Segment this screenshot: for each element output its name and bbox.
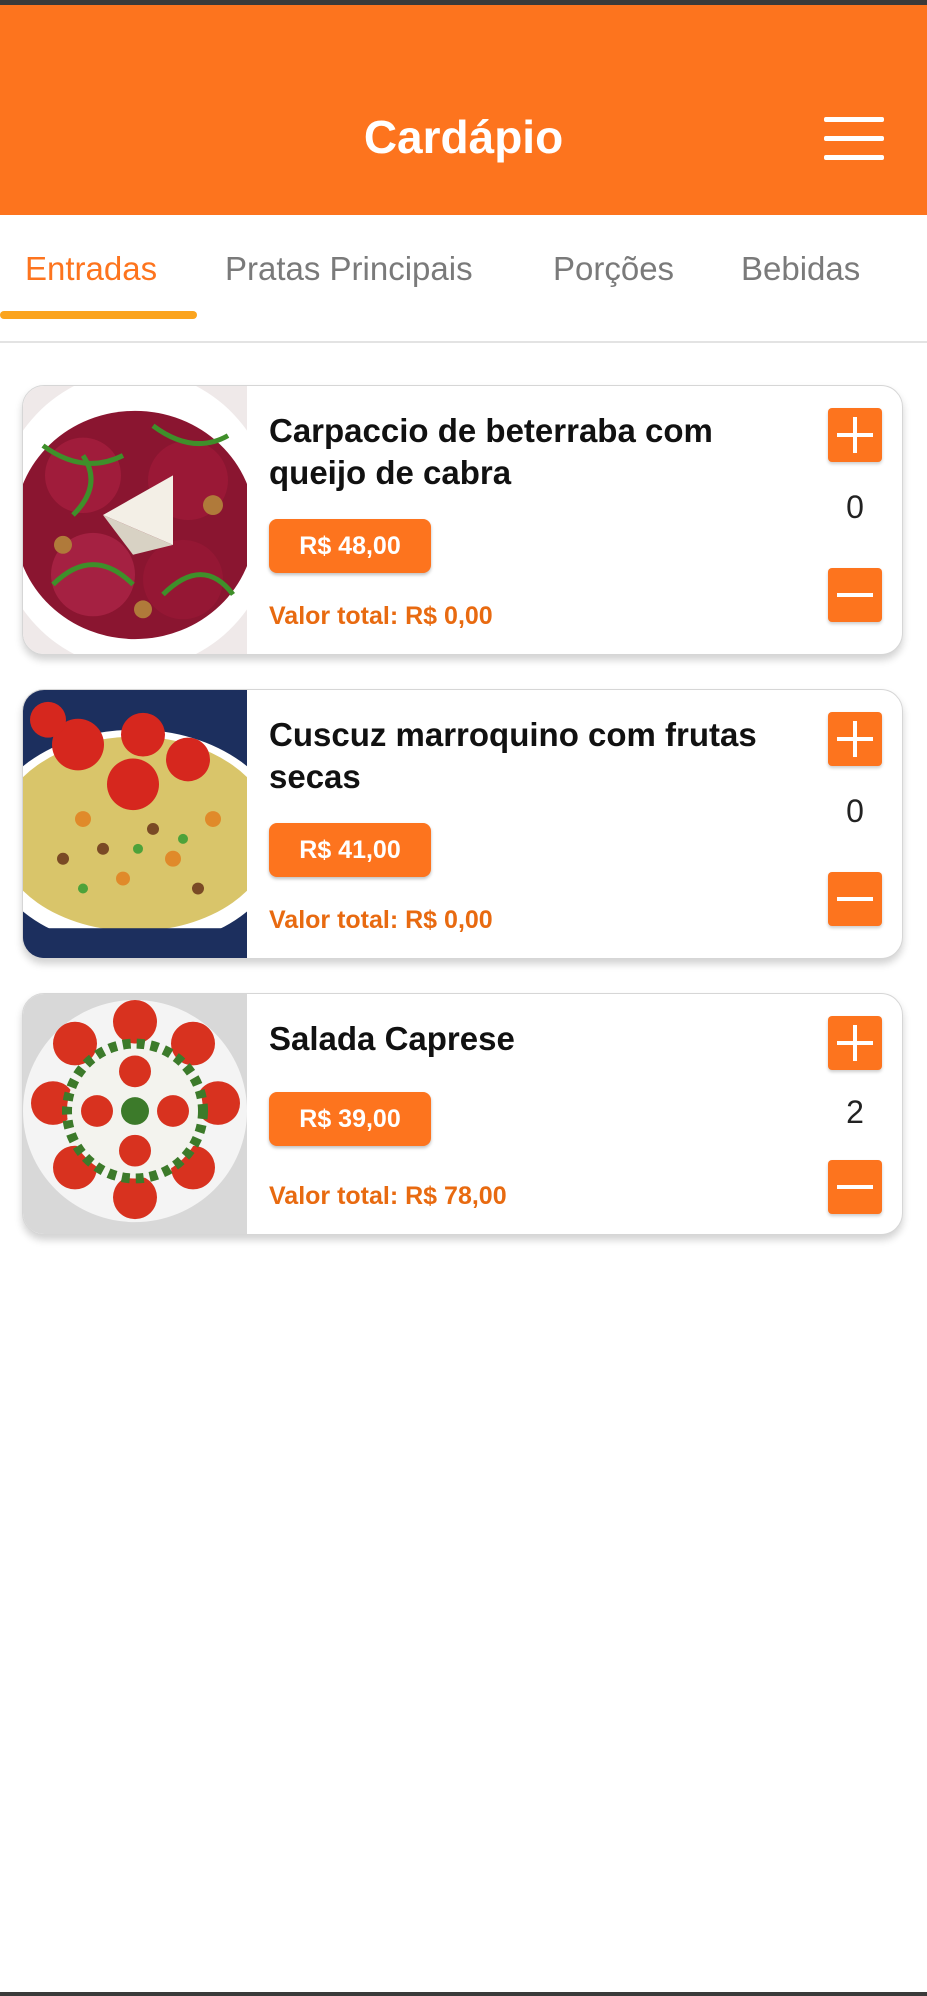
price-badge: R$ 41,00 [269, 823, 431, 877]
tab-bebidas[interactable]: Bebidas [741, 250, 860, 288]
increment-button[interactable] [828, 408, 882, 462]
hamburger-menu-icon[interactable] [818, 117, 890, 165]
minus-icon [837, 897, 873, 901]
total-value: Valor total: R$ 78,00 [269, 1182, 507, 1210]
price-badge: R$ 48,00 [269, 519, 431, 573]
minus-icon [837, 593, 873, 597]
caprese-salad-photo [23, 994, 247, 1234]
category-tabs: Entradas Pratas Principais Porções Bebid… [0, 215, 927, 343]
item-name: Cuscuz marroquino com frutas secas [269, 716, 757, 795]
active-tab-indicator [0, 311, 197, 319]
page-title: Cardápio [363, 111, 564, 163]
tab-pratas-principais[interactable]: Pratas Principais [225, 250, 473, 288]
app-bar: Cardápio [0, 5, 927, 215]
increment-button[interactable] [828, 1016, 882, 1070]
tab-porcoes[interactable]: Porções [553, 250, 674, 288]
tab-entradas[interactable]: Entradas [25, 250, 157, 288]
nav-strip [0, 1992, 927, 1996]
increment-button[interactable] [828, 712, 882, 766]
quantity-value: 0 [846, 489, 864, 525]
total-value: Valor total: R$ 0,00 [269, 602, 493, 630]
menu-item-card: Carpaccio de beterraba com queijo de cab… [22, 385, 903, 655]
couscous-photo [23, 690, 247, 958]
price-badge: R$ 39,00 [269, 1092, 431, 1146]
decrement-button[interactable] [828, 568, 882, 622]
item-name: Carpaccio de beterraba com queijo de cab… [269, 412, 713, 491]
decrement-button[interactable] [828, 872, 882, 926]
quantity-value: 0 [846, 793, 864, 829]
quantity-value: 2 [846, 1094, 864, 1130]
total-value: Valor total: R$ 0,00 [269, 906, 493, 934]
decrement-button[interactable] [828, 1160, 882, 1214]
beet-carpaccio-photo [23, 386, 247, 654]
minus-icon [837, 1185, 873, 1189]
menu-item-card: Salada Caprese R$ 39,00 Valor total: R$ … [22, 993, 903, 1235]
item-name: Salada Caprese [269, 1020, 515, 1057]
menu-item-card: Cuscuz marroquino com frutas secas R$ 41… [22, 689, 903, 959]
